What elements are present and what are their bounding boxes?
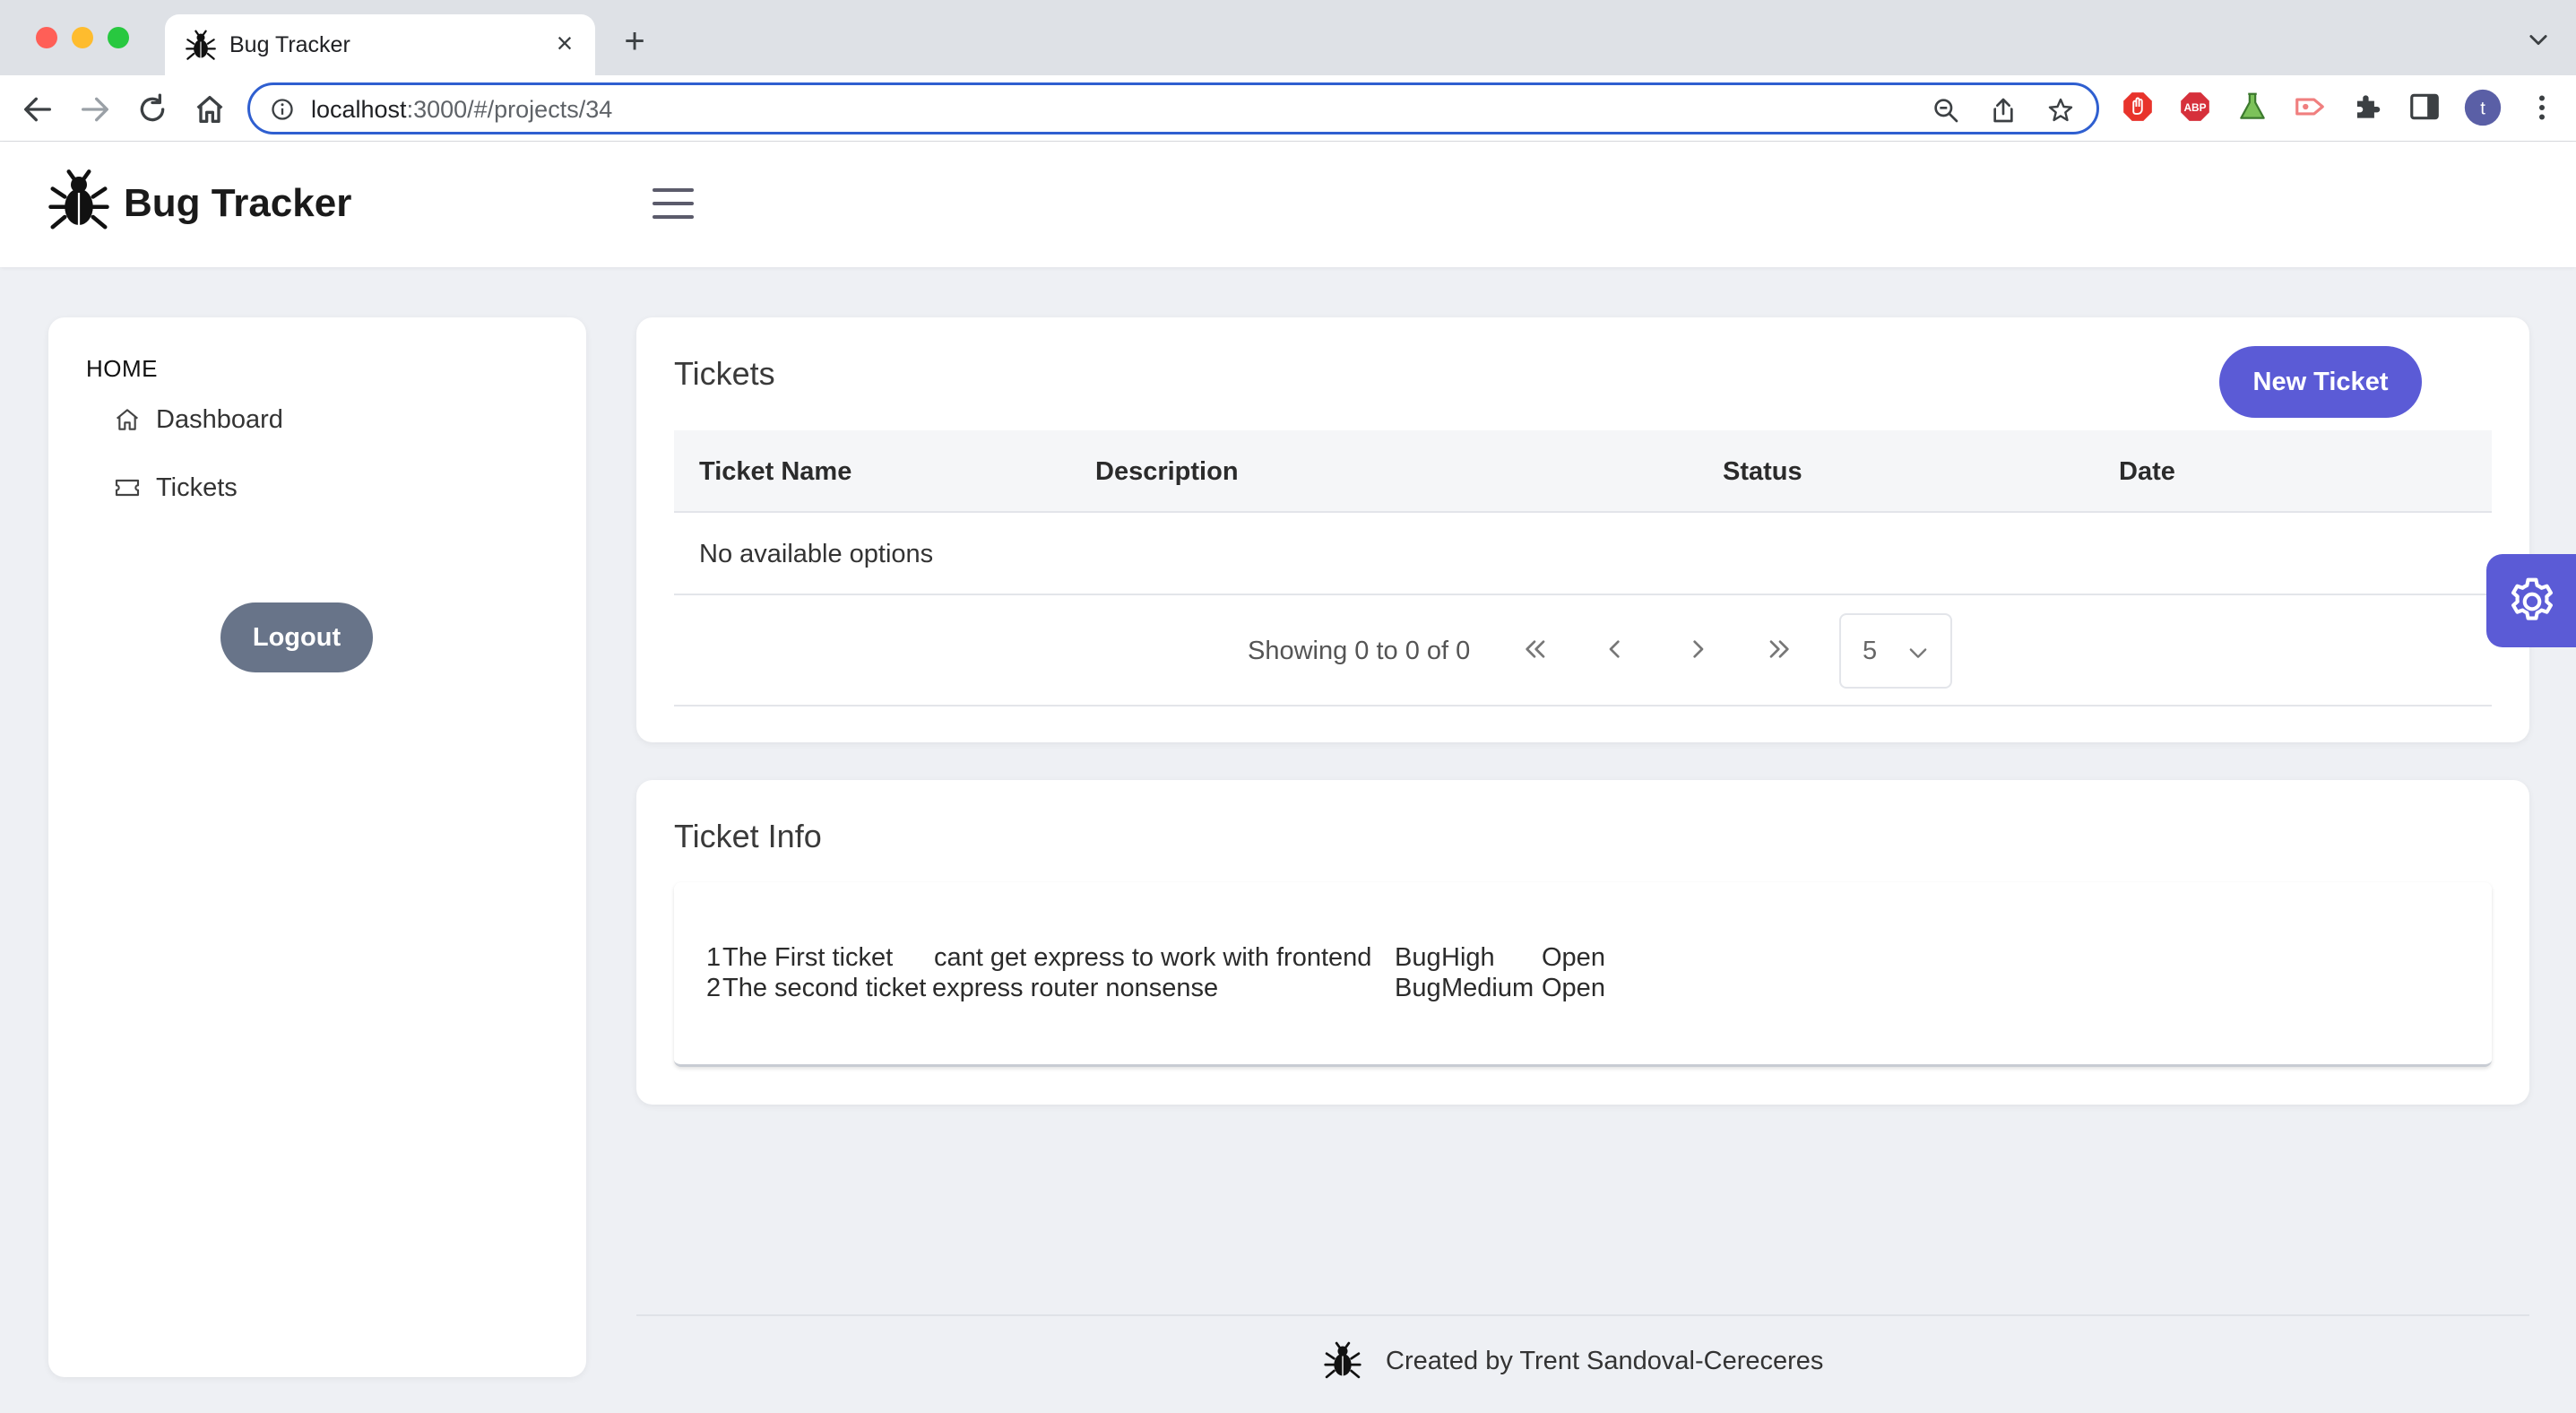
ticket-priority: Medium xyxy=(1441,974,1534,1002)
tickets-table-header: Ticket Name Description Status Date xyxy=(674,430,2492,513)
ticket-id: 1 xyxy=(706,943,722,972)
chevron-down-icon xyxy=(1909,648,1927,658)
bug-icon xyxy=(186,30,216,60)
home-icon xyxy=(116,409,139,430)
reload-icon[interactable] xyxy=(134,91,170,127)
footer-credit: Created by Trent Sandoval-Cereceres xyxy=(1386,1347,1824,1375)
svg-text:t: t xyxy=(2480,99,2485,118)
adblock-icon[interactable] xyxy=(2121,90,2155,124)
browser-tab-title: Bug Tracker xyxy=(229,32,350,57)
ticket-description: cant get express to work with frontend xyxy=(934,943,1372,972)
ticket-info-list: 1 The First ticket cant get express to w… xyxy=(674,882,2492,1067)
window-close-button[interactable] xyxy=(36,27,57,48)
hamburger-menu-icon[interactable] xyxy=(653,188,694,221)
sidebar-item-label: Dashboard xyxy=(156,405,283,434)
window-minimize-button[interactable] xyxy=(72,27,93,48)
svg-text:ABP: ABP xyxy=(2183,101,2206,114)
settings-button[interactable] xyxy=(2486,554,2576,647)
browser-tab-strip: Bug Tracker × + xyxy=(0,0,2576,75)
last-page-icon[interactable] xyxy=(1762,631,1798,667)
bug-icon xyxy=(1324,1341,1361,1379)
column-header-status[interactable]: Status xyxy=(1723,457,1802,487)
ticket-description: express router nonsense xyxy=(932,974,1219,1002)
sidebar-item-label: Tickets xyxy=(156,473,238,502)
zoom-icon[interactable] xyxy=(1932,96,1960,125)
gear-icon xyxy=(2511,577,2553,620)
back-arrow-icon[interactable] xyxy=(20,91,56,127)
pagination-bar: Showing 0 to 0 of 0 5 xyxy=(674,595,2492,706)
home-icon[interactable] xyxy=(192,91,228,127)
abp-icon[interactable]: ABP xyxy=(2178,90,2212,124)
app-header: Bug Tracker xyxy=(0,142,2576,267)
flask-icon[interactable] xyxy=(2235,90,2269,124)
table-empty-row: No available options xyxy=(674,513,2492,595)
first-page-icon[interactable] xyxy=(1517,631,1552,667)
sidebar-item-dashboard[interactable]: Dashboard xyxy=(113,393,507,446)
tickets-card: Tickets New Ticket Ticket Name Descripti… xyxy=(636,317,2529,742)
page-size-value: 5 xyxy=(1863,637,1878,665)
ticket-priority: High xyxy=(1441,943,1495,972)
sidebar-heading: HOME xyxy=(86,355,158,382)
cast-icon[interactable] xyxy=(2293,90,2327,124)
sidepanel-icon[interactable] xyxy=(2407,90,2442,124)
forward-arrow-icon[interactable] xyxy=(77,91,113,127)
ticket-info-card: Ticket Info 1 The First ticket cant get … xyxy=(636,780,2529,1105)
ticket-id: 2 xyxy=(706,974,722,1002)
ticket-type: Bug xyxy=(1395,974,1441,1002)
tickets-title: Tickets xyxy=(674,355,775,392)
column-header-ticket-name[interactable]: Ticket Name xyxy=(699,457,851,487)
ticket-status: Open xyxy=(1542,974,1605,1002)
new-tab-button[interactable]: + xyxy=(615,23,654,63)
browser-tab-active[interactable]: Bug Tracker × xyxy=(165,14,595,75)
empty-message: No available options xyxy=(699,540,934,568)
browser-toolbar: localhost:3000/#/projects/34 ABP t xyxy=(0,75,2576,142)
sidebar: HOME Dashboard Tickets Logout xyxy=(48,317,586,1377)
footer: Created by Trent Sandoval-Cereceres xyxy=(636,1314,2529,1413)
column-header-description[interactable]: Description xyxy=(1095,457,1239,487)
bookmark-star-icon[interactable] xyxy=(2046,96,2075,125)
kebab-menu-icon[interactable] xyxy=(2526,91,2558,124)
sidebar-item-tickets[interactable]: Tickets xyxy=(113,461,507,515)
site-info-icon[interactable] xyxy=(270,97,295,122)
ticket-icon xyxy=(115,479,140,497)
chevron-down-icon[interactable] xyxy=(2526,27,2551,52)
new-ticket-button[interactable]: New Ticket xyxy=(2219,346,2422,418)
profile-avatar[interactable]: t xyxy=(2463,88,2503,127)
pagination-summary: Showing 0 to 0 of 0 xyxy=(1248,637,1471,665)
close-tab-icon[interactable]: × xyxy=(549,27,581,59)
ticket-type: Bug xyxy=(1395,943,1441,972)
column-header-date[interactable]: Date xyxy=(2119,457,2175,487)
window-zoom-button[interactable] xyxy=(108,27,129,48)
previous-page-icon[interactable] xyxy=(1597,631,1633,667)
url-text[interactable]: localhost:3000/#/projects/34 xyxy=(311,96,612,124)
share-icon[interactable] xyxy=(1989,96,2018,125)
page-size-select[interactable]: 5 xyxy=(1839,613,1952,689)
ticket-status: Open xyxy=(1542,943,1605,972)
puzzle-icon[interactable] xyxy=(2350,90,2384,124)
logout-button[interactable]: Logout xyxy=(220,602,373,672)
next-page-icon[interactable] xyxy=(1680,631,1716,667)
ticket-info-title: Ticket Info xyxy=(674,818,822,854)
app-title[interactable]: Bug Tracker xyxy=(124,181,351,226)
ticket-name: The second ticket xyxy=(722,974,927,1002)
address-bar[interactable]: localhost:3000/#/projects/34 xyxy=(247,82,2099,134)
bug-logo-icon[interactable] xyxy=(47,169,111,233)
ticket-name: The First ticket xyxy=(722,943,894,972)
